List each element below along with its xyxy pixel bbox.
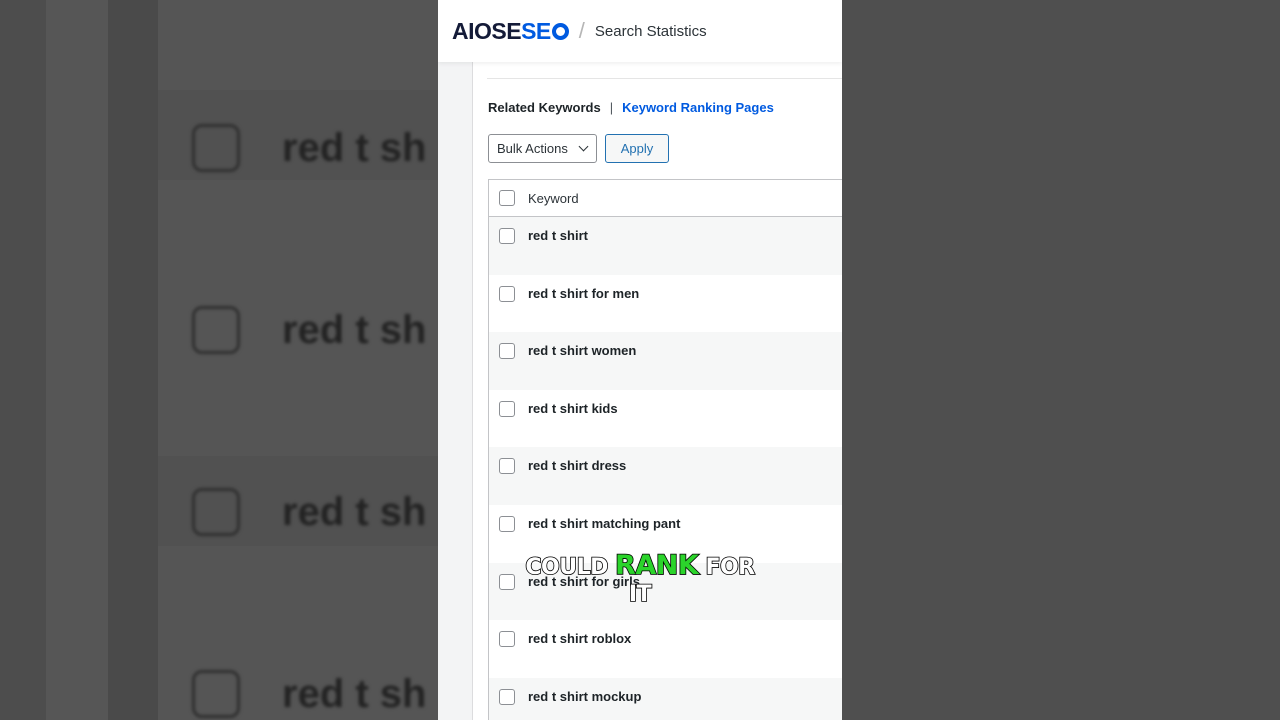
- keyword-cell[interactable]: red t shirt dress: [528, 458, 626, 473]
- keyword-cell[interactable]: red t shirt kids: [528, 401, 618, 416]
- row-checkbox[interactable]: [499, 515, 515, 532]
- keywords-table: Keyword red t shirt red t shirt for men …: [488, 179, 842, 720]
- caption-word: IT: [628, 581, 652, 608]
- row-checkbox[interactable]: [499, 285, 515, 302]
- select-all-checkbox[interactable]: [499, 190, 515, 206]
- table-row: red t shirt mockup: [489, 677, 842, 720]
- table-row: red t shirt roblox: [489, 620, 842, 678]
- blurred-checkbox: [192, 306, 240, 354]
- content-area: Related Keywords | Keyword Ranking Pages…: [438, 62, 842, 720]
- keyword-cell[interactable]: red t shirt matching pant: [528, 516, 680, 531]
- table-row: red t shirt women: [489, 332, 842, 390]
- row-checkbox[interactable]: [499, 631, 515, 648]
- row-checkbox[interactable]: [499, 458, 515, 475]
- video-caption: COULD RANK FOR IT: [438, 550, 842, 608]
- table-header: Keyword: [489, 180, 842, 217]
- blurred-checkbox: [192, 488, 240, 536]
- blurred-keyword: red t sh: [282, 490, 427, 534]
- caption-word: FOR: [705, 554, 756, 581]
- blurred-keyword: red t sh: [282, 308, 427, 352]
- keyword-cell[interactable]: red t shirt roblox: [528, 631, 631, 646]
- table-row: red t shirt kids: [489, 389, 842, 448]
- bulk-actions-label: Bulk Actions: [497, 141, 568, 156]
- page-title: Search Statistics: [594, 22, 707, 40]
- tab-keyword-ranking-pages[interactable]: Keyword Ranking Pages: [622, 100, 774, 115]
- caption-word: COULD: [525, 554, 610, 581]
- gear-icon: [551, 22, 569, 40]
- screen-panel: AIOSE SE / Search Statistics Related Keyw…: [438, 0, 842, 720]
- keyword-cell[interactable]: red t shirt: [528, 228, 588, 243]
- apply-button[interactable]: Apply: [605, 134, 669, 163]
- table-row: red t shirt for men: [489, 274, 842, 333]
- tab-related-keywords[interactable]: Related Keywords: [488, 100, 601, 115]
- top-bar: AIOSE SE / Search Statistics: [438, 0, 842, 62]
- blurred-background-right: [842, 0, 1280, 720]
- keyword-cell[interactable]: red t shirt mockup: [528, 689, 641, 704]
- row-checkbox[interactable]: [499, 228, 515, 244]
- tab-bar: Related Keywords | Keyword Ranking Pages: [488, 100, 774, 115]
- keyword-cell[interactable]: red t shirt women: [528, 343, 636, 358]
- keywords-card: Related Keywords | Keyword Ranking Pages…: [472, 62, 842, 720]
- table-row: red t shirt dress: [489, 447, 842, 505]
- keyword-column-header[interactable]: Keyword: [528, 191, 579, 206]
- keyword-cell[interactable]: red t shirt for men: [528, 286, 639, 301]
- aioseo-logo: AIOSE SE: [452, 18, 569, 45]
- tab-divider: |: [609, 100, 614, 115]
- row-checkbox[interactable]: [499, 688, 515, 705]
- chevron-down-icon: [578, 141, 589, 152]
- blurred-keyword: red t sh: [282, 126, 427, 170]
- bulk-actions-select[interactable]: Bulk Actions: [488, 134, 597, 163]
- row-checkbox[interactable]: [499, 400, 515, 417]
- row-checkbox[interactable]: [499, 343, 515, 360]
- blurred-checkbox: [192, 124, 240, 172]
- caption-highlight-word: RANK: [614, 550, 699, 581]
- table-row: red t shirt: [489, 217, 842, 275]
- blurred-background-left: red t sh red t sh red t sh red t sh: [0, 0, 438, 720]
- divider: [487, 78, 842, 79]
- blurred-keyword: red t sh: [282, 672, 427, 716]
- blurred-checkbox: [192, 670, 240, 718]
- breadcrumb-separator: /: [578, 18, 585, 43]
